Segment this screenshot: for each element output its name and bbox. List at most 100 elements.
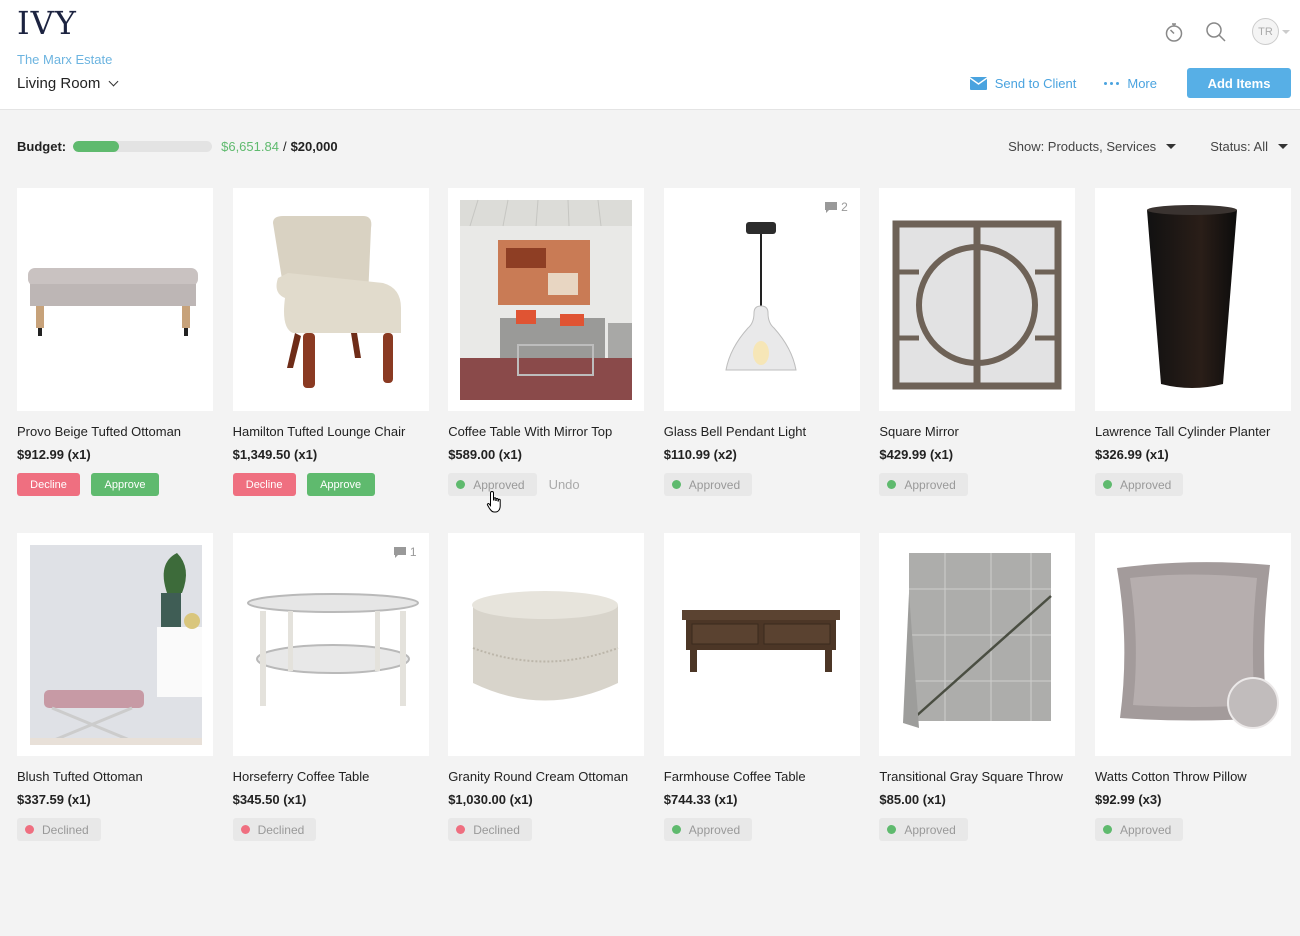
- product-image[interactable]: 2: [663, 188, 860, 411]
- product-image[interactable]: 1: [232, 533, 429, 756]
- add-items-button[interactable]: Add Items: [1187, 68, 1291, 98]
- product-name[interactable]: Transitional Gray Square Throw: [879, 769, 1075, 784]
- budget-spent: $6,651.84: [221, 139, 279, 154]
- product-image[interactable]: [448, 533, 645, 756]
- status-dot-icon: [671, 480, 681, 489]
- status-dot-icon: [1102, 825, 1112, 834]
- product-card: Watts Cotton Throw Pillow $92.99 (x3) Ap…: [1094, 533, 1291, 878]
- budget-progress-bar: [73, 141, 213, 152]
- product-actions: Approved: [663, 818, 860, 841]
- comments-badge[interactable]: 2: [825, 200, 848, 214]
- status-badge: Declined: [448, 818, 532, 841]
- more-label: More: [1127, 75, 1157, 91]
- status-badge: Approved: [663, 473, 753, 496]
- product-image[interactable]: [1094, 533, 1291, 756]
- top-icons: TR: [1162, 18, 1290, 45]
- status-badge: Declined: [17, 818, 101, 841]
- product-card: Coffee Table With Mirror Top $589.00 (x1…: [448, 188, 645, 533]
- budget-summary: Budget: $6,651.84 / $20,000: [17, 139, 338, 154]
- status-badge: Approved: [663, 818, 753, 841]
- status-label: Approved: [904, 822, 956, 837]
- status-badge: Approved: [879, 473, 968, 496]
- product-price: $337.59 (x1): [17, 792, 91, 807]
- product-name[interactable]: Square Mirror: [879, 424, 1075, 439]
- product-image[interactable]: [879, 533, 1076, 756]
- avatar: TR: [1252, 18, 1279, 45]
- ivy-logo[interactable]: IVY: [17, 4, 77, 42]
- product-name[interactable]: Hamilton Tufted Lounge Chair: [233, 424, 429, 439]
- product-card: Granity Round Cream Ottoman $1,030.00 (x…: [448, 533, 645, 878]
- status-dot-icon: [887, 825, 897, 834]
- approve-button[interactable]: Approve: [306, 473, 375, 496]
- budget-total: $20,000: [290, 139, 338, 154]
- product-name[interactable]: Provo Beige Tufted Ottoman: [17, 424, 213, 439]
- approve-button[interactable]: Approve: [91, 473, 159, 496]
- ellipsis-icon: [1104, 81, 1120, 85]
- show-filter-dropdown[interactable]: Show: Products, Services: [1008, 139, 1177, 154]
- chevron-down-icon: [108, 76, 119, 87]
- product-image[interactable]: [17, 533, 213, 756]
- product-price: $1,030.00 (x1): [448, 792, 533, 807]
- product-actions: Approved: [1094, 473, 1291, 496]
- send-to-client-label: Send to Client: [994, 75, 1077, 91]
- envelope-icon: [969, 76, 987, 90]
- filters: Show: Products, Services Status: All: [1008, 139, 1288, 154]
- product-name[interactable]: Blush Tufted Ottoman: [17, 769, 213, 784]
- product-card: Hamilton Tufted Lounge Chair $1,349.50 (…: [232, 188, 429, 533]
- product-image[interactable]: [879, 188, 1076, 411]
- product-image[interactable]: [448, 188, 645, 411]
- product-actions: Decline Approve: [17, 473, 213, 496]
- product-price: $110.99 (x2): [663, 447, 737, 462]
- more-button[interactable]: More: [1104, 76, 1157, 91]
- product-name[interactable]: Horseferry Coffee Table: [233, 769, 429, 784]
- product-image[interactable]: [1094, 188, 1291, 411]
- status-label: Declined: [257, 822, 305, 837]
- user-menu[interactable]: TR: [1252, 18, 1290, 45]
- product-actions: Approved: [879, 818, 1075, 841]
- product-name[interactable]: Lawrence Tall Cylinder Planter: [1095, 424, 1291, 439]
- product-price: $744.33 (x1): [663, 792, 738, 807]
- status-label: Approved: [688, 822, 741, 837]
- project-name-link[interactable]: The Marx Estate: [17, 52, 112, 67]
- product-image[interactable]: [663, 533, 860, 756]
- product-image[interactable]: [232, 188, 429, 411]
- status-badge: Approved: [1094, 818, 1184, 841]
- decline-button[interactable]: Decline: [232, 473, 296, 496]
- product-actions: Approved: [1094, 818, 1291, 841]
- product-name[interactable]: Coffee Table With Mirror Top: [448, 424, 644, 439]
- search-button[interactable]: [1204, 20, 1228, 44]
- product-actions: Approved Undo: [448, 473, 644, 496]
- status-label: Approved: [688, 477, 741, 492]
- undo-button[interactable]: Undo: [549, 477, 580, 492]
- status-dot-icon: [456, 480, 466, 489]
- show-filter-label: Show: Products, Services: [1008, 139, 1157, 154]
- status-label: Declined: [42, 822, 89, 837]
- status-label: Approved: [1119, 822, 1172, 837]
- product-name[interactable]: Farmhouse Coffee Table: [664, 769, 860, 784]
- product-price: $429.99 (x1): [879, 447, 954, 462]
- product-price: $326.99 (x1): [1094, 447, 1169, 462]
- status-dot-icon: [1102, 480, 1112, 489]
- stopwatch-icon: [1165, 22, 1183, 42]
- status-dot-icon: [887, 480, 897, 489]
- product-card: 2 Glass Bell Pendant Light $110.99 (x2) …: [663, 188, 860, 533]
- status-dot-icon: [456, 825, 466, 834]
- product-name[interactable]: Glass Bell Pendant Light: [664, 424, 860, 439]
- budget-separator: /: [282, 139, 287, 154]
- caret-down-icon: [1166, 144, 1177, 149]
- room-selector[interactable]: Living Room: [17, 75, 119, 92]
- comments-badge[interactable]: 1: [393, 545, 417, 559]
- timer-button[interactable]: [1162, 20, 1186, 44]
- budget-label: Budget:: [17, 139, 67, 154]
- send-to-client-button[interactable]: Send to Client: [969, 75, 1077, 91]
- product-card: Provo Beige Tufted Ottoman $912.99 (x1) …: [17, 188, 213, 533]
- product-name[interactable]: Watts Cotton Throw Pillow: [1095, 769, 1291, 784]
- search-icon: [1206, 21, 1226, 42]
- product-image[interactable]: [17, 188, 213, 411]
- status-filter-dropdown[interactable]: Status: All: [1210, 139, 1288, 154]
- status-label: Declined: [473, 822, 520, 837]
- decline-button[interactable]: Decline: [17, 473, 80, 496]
- product-card: Lawrence Tall Cylinder Planter $326.99 (…: [1094, 188, 1291, 533]
- comment-icon: [393, 546, 406, 558]
- product-name[interactable]: Granity Round Cream Ottoman: [448, 769, 644, 784]
